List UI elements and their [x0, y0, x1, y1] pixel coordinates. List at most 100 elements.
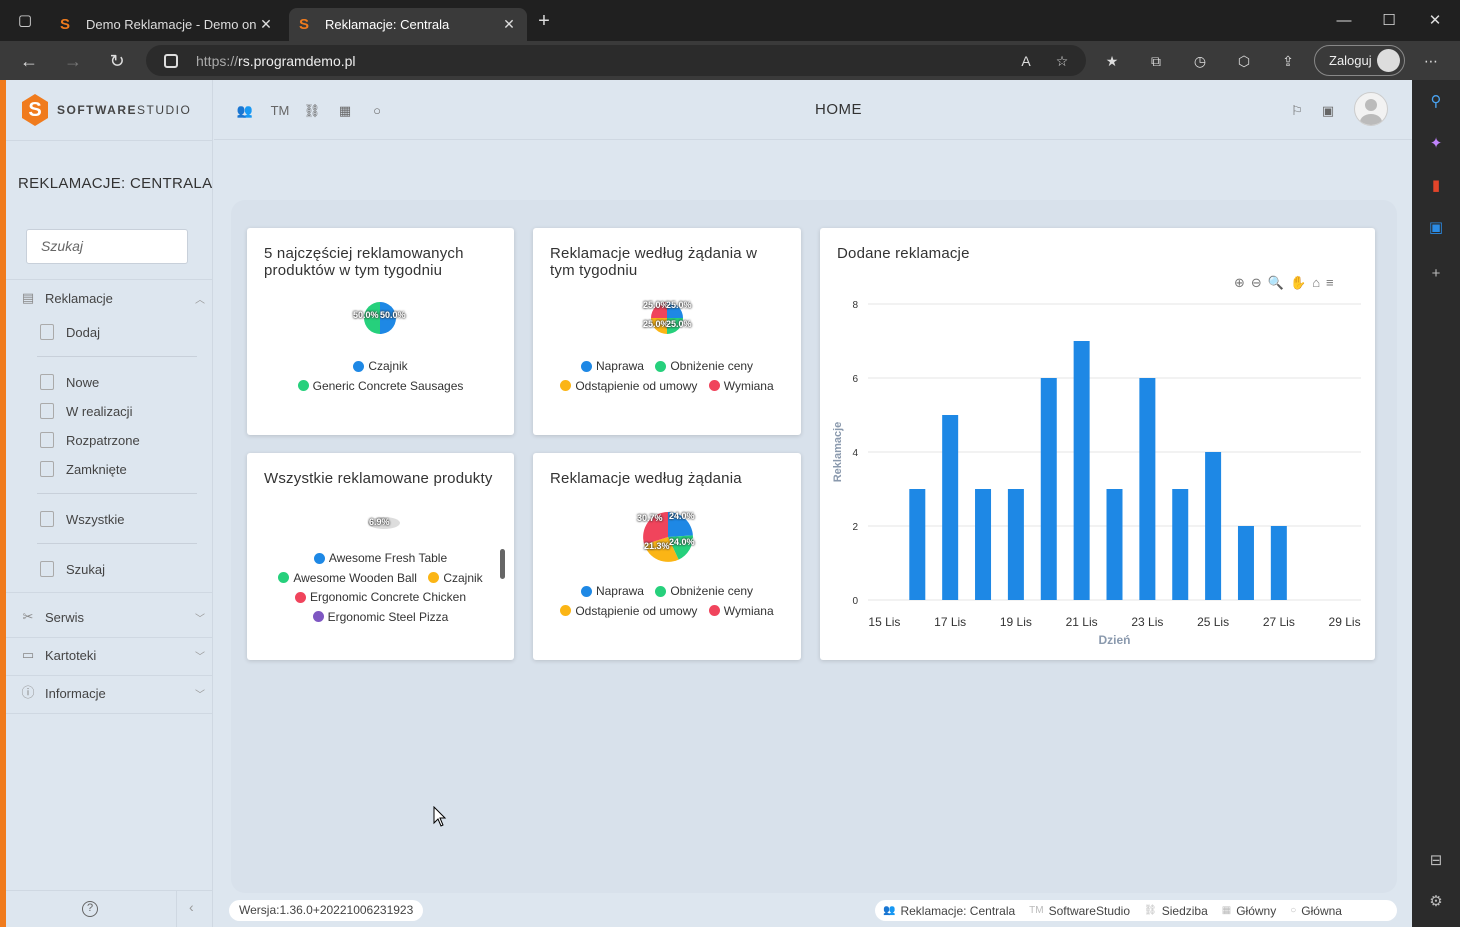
card-title: 5 najczęściej reklamowanych produktów w …	[264, 245, 464, 279]
softwarestudio-favicon-icon: S	[60, 15, 71, 33]
card-week-requests: Reklamacje według żądania w tym tygodniu…	[533, 228, 801, 435]
folder-icon: ▭	[21, 647, 35, 662]
legend-item[interactable]: Ergonomic Steel Pizza	[312, 608, 448, 626]
card-added-complaints: Dodane reklamacje ⊕ ⊖ 🔍 ✋ ⌂ ≡ 0 2 4 6 8 15 Li…	[820, 228, 1375, 660]
legend-item[interactable]: Czajnik	[353, 357, 408, 375]
mouse-cursor-icon	[433, 806, 447, 827]
extensions-icon[interactable]: ⬡	[1234, 51, 1254, 71]
back-icon[interactable]: ←	[17, 50, 41, 72]
legend-item[interactable]: Awesome Fresh Table	[313, 549, 447, 567]
login-button[interactable]: Zaloguj	[1314, 45, 1405, 76]
legend-scrollbar[interactable]	[500, 549, 505, 579]
sidebar-item-serwis[interactable]: ✂ Serwis ﹀	[6, 605, 213, 629]
close-tab-icon[interactable]: ✕	[501, 16, 517, 33]
help-icon[interactable]: ?	[82, 901, 98, 917]
add-document-icon	[40, 324, 54, 340]
legend-item[interactable]: Generic Concrete Sausages	[297, 377, 463, 395]
add-favorite-icon[interactable]: ☆	[1052, 51, 1072, 71]
tm-icon[interactable]: TM	[269, 102, 291, 120]
sidebar-item-reklamacje[interactable]: ▤ Reklamacje ︿	[6, 286, 213, 310]
office-icon[interactable]: ▮	[1426, 176, 1446, 196]
circle-icon[interactable]: ○	[367, 102, 387, 120]
y-tick-label: 4	[852, 448, 858, 459]
legend-item[interactable]: Awesome Wooden Ball	[278, 569, 417, 587]
legend-label: Wymiana	[723, 378, 774, 393]
read-aloud-icon[interactable]: A	[1016, 51, 1036, 71]
legend-item[interactable]: Wymiana	[708, 602, 774, 620]
collapse-sidebar-icon[interactable]: ‹	[189, 899, 194, 915]
status-item-warehouse[interactable]: ▦ Główny	[1222, 904, 1276, 918]
forward-icon[interactable]: →	[61, 50, 85, 72]
add-sidebar-app-icon[interactable]: +	[1426, 264, 1446, 284]
sidebar-item-label: Nowe	[66, 374, 100, 390]
sidebar-item-w-realizacji[interactable]: W realizacji	[40, 400, 132, 422]
chart-bar	[942, 415, 959, 600]
org-tree-icon[interactable]: ⛓	[302, 102, 322, 120]
sidebar-item-kartoteki[interactable]: ▭ Kartoteki ﹀	[6, 643, 213, 667]
tab-actions-icon[interactable]: ▢	[14, 10, 36, 32]
legend-item[interactable]: Naprawa	[580, 582, 644, 600]
legend-item[interactable]: Obniżenie ceny	[655, 582, 753, 600]
status-item-main[interactable]: ○ Główna	[1290, 904, 1342, 918]
section-title: REKLAMACJE: CENTRALA	[18, 175, 213, 192]
new-tab-icon[interactable]: +	[533, 10, 555, 32]
sidebar-search-input[interactable]: Szukaj	[26, 229, 188, 264]
sidebar-item-dodaj[interactable]: Dodaj	[40, 321, 100, 343]
outlook-icon[interactable]: ▣	[1426, 218, 1446, 238]
chart-legend: Czajnik Generic Concrete Sausages	[247, 357, 514, 396]
users-icon[interactable]: 👥	[235, 102, 255, 120]
sidebar-item-label: Wszystkie	[66, 511, 125, 527]
divider	[37, 493, 197, 494]
close-tab-icon[interactable]: ✕	[258, 16, 274, 33]
building-icon[interactable]: ▦	[335, 102, 355, 120]
more-options-icon[interactable]: ⋯	[1421, 51, 1441, 71]
favorites-icon[interactable]: ★	[1102, 51, 1122, 71]
sidebar-item-rozpatrzone[interactable]: Rozpatrzone	[40, 429, 140, 451]
settings-icon[interactable]: ⚙	[1426, 892, 1446, 912]
pie-label: 24.0%	[669, 537, 695, 547]
legend-item[interactable]: Odstąpienie od umowy	[560, 377, 697, 395]
legend-item[interactable]: Naprawa	[580, 357, 644, 375]
legend-item[interactable]: Czajnik	[428, 569, 483, 587]
sidebar-item-wszystkie[interactable]: Wszystkie	[40, 508, 125, 530]
status-item-unit[interactable]: 👥 Reklamacje: Centrala	[883, 904, 1015, 918]
close-window-icon[interactable]: ✕	[1424, 10, 1446, 32]
divider	[6, 675, 213, 676]
maximize-icon[interactable]: ☐	[1378, 10, 1400, 32]
sidebar-item-nowe[interactable]: Nowe	[40, 371, 99, 393]
sidebar-toggle-icon[interactable]: ⊟	[1426, 851, 1446, 871]
search-icon[interactable]: ⚲	[1426, 92, 1446, 112]
history-icon[interactable]: ◷	[1190, 51, 1210, 71]
flag-icon[interactable]: ⚐	[1287, 102, 1307, 120]
sidebar-item-szukaj[interactable]: Szukaj	[40, 558, 105, 580]
legend-item[interactable]: Wymiana	[708, 377, 774, 395]
copilot-icon[interactable]: ✦	[1426, 134, 1446, 154]
softwarestudio-logo[interactable]: S SOFTWARESTUDIO	[22, 92, 191, 128]
legend-label: Czajnik	[368, 359, 408, 373]
legend-item[interactable]: Ergonomic Concrete Chicken	[294, 588, 466, 606]
status-item-site[interactable]: ⛓ Siedziba	[1144, 904, 1208, 918]
browser-tab-reklamacje[interactable]: S Reklamacje: Centrala ✕	[289, 8, 527, 41]
url-field[interactable]: https://rs.programdemo.pl	[146, 45, 1086, 76]
chart-bar	[975, 489, 992, 600]
app-topbar: 👥 TM ⛓ ▦ ○ HOME ⚐ ▣	[214, 80, 1412, 140]
status-item-company[interactable]: TM SoftwareStudio	[1029, 904, 1130, 918]
pie-label: 50.0%	[353, 310, 379, 320]
minimize-icon[interactable]: —	[1333, 10, 1355, 32]
reload-icon[interactable]: ↻	[105, 50, 129, 72]
legend-item[interactable]: Obniżenie ceny	[655, 357, 753, 375]
legend-item[interactable]: Odstąpienie od umowy	[560, 602, 697, 620]
share-icon[interactable]: ⇪	[1278, 51, 1298, 71]
id-card-icon[interactable]: ▣	[1318, 102, 1338, 120]
building-icon: ▦	[1221, 905, 1232, 916]
collections-icon[interactable]: ⧉	[1146, 51, 1166, 71]
sidebar-item-informacje[interactable]: ⓘ Informacje ﹀	[6, 681, 213, 705]
sidebar-item-zamkniete[interactable]: Zamknięte	[40, 458, 127, 480]
browser-tab-demo[interactable]: S Demo Reklamacje - Demo on lin ✕	[50, 8, 284, 41]
user-avatar[interactable]	[1354, 92, 1388, 126]
legend-label: Odstąpienie od umowy	[575, 603, 698, 618]
legend-dot-icon	[580, 360, 592, 372]
left-sidebar	[6, 80, 213, 927]
x-tick-label: 21 Lis	[1066, 615, 1098, 629]
pie-label: 25.0%	[666, 319, 692, 329]
